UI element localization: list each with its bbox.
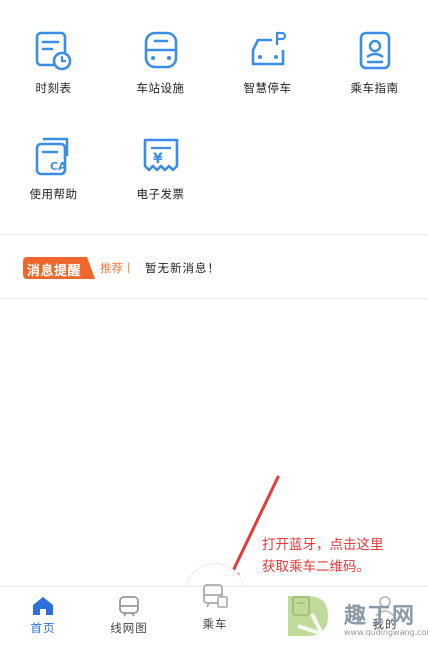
tab-metro-map[interactable]: 线网图	[86, 587, 172, 646]
watermark: 趣丁网 www.qudingwang.com	[282, 586, 428, 646]
annotation-text: 打开蓝牙，点击这里 获取乘车二维码。	[262, 534, 428, 578]
annotation-line: 获取乘车二维码。	[262, 559, 370, 575]
tab-label: 乘车	[202, 617, 228, 631]
tab-label: 线网图	[110, 621, 148, 635]
annotation-line: 打开蓝牙，点击这里	[262, 537, 384, 553]
tab-ride[interactable]: 乘车	[172, 584, 258, 646]
tab-home[interactable]: 首页	[0, 587, 86, 646]
ride-train-icon	[203, 584, 228, 608]
watermark-text: 趣丁网	[344, 603, 417, 629]
watermark-url: www.qudingwang.com	[344, 628, 428, 637]
metro-map-icon	[119, 596, 139, 617]
tab-label: 首页	[30, 621, 56, 635]
home-icon	[33, 597, 53, 615]
watermark-logo-icon	[288, 596, 328, 636]
